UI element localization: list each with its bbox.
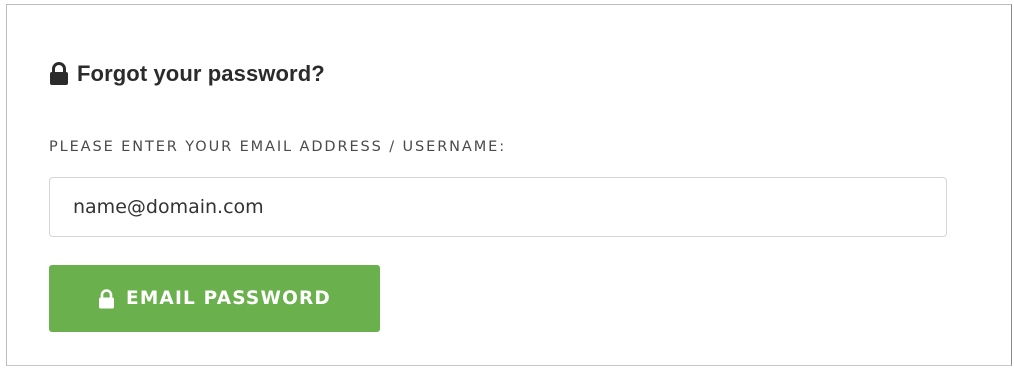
email-field-label: PLEASE ENTER YOUR EMAIL ADDRESS / USERNA…	[49, 139, 506, 155]
email-field[interactable]	[49, 177, 947, 237]
lock-icon	[49, 62, 69, 86]
forgot-password-panel: Forgot your password? PLEASE ENTER YOUR …	[6, 4, 1012, 366]
lock-icon	[98, 288, 115, 309]
email-password-button[interactable]: EMAIL PASSWORD	[49, 265, 380, 332]
email-password-button-label: EMAIL PASSWORD	[125, 288, 331, 309]
title-row: Forgot your password?	[49, 59, 325, 89]
page-title: Forgot your password?	[77, 61, 325, 86]
